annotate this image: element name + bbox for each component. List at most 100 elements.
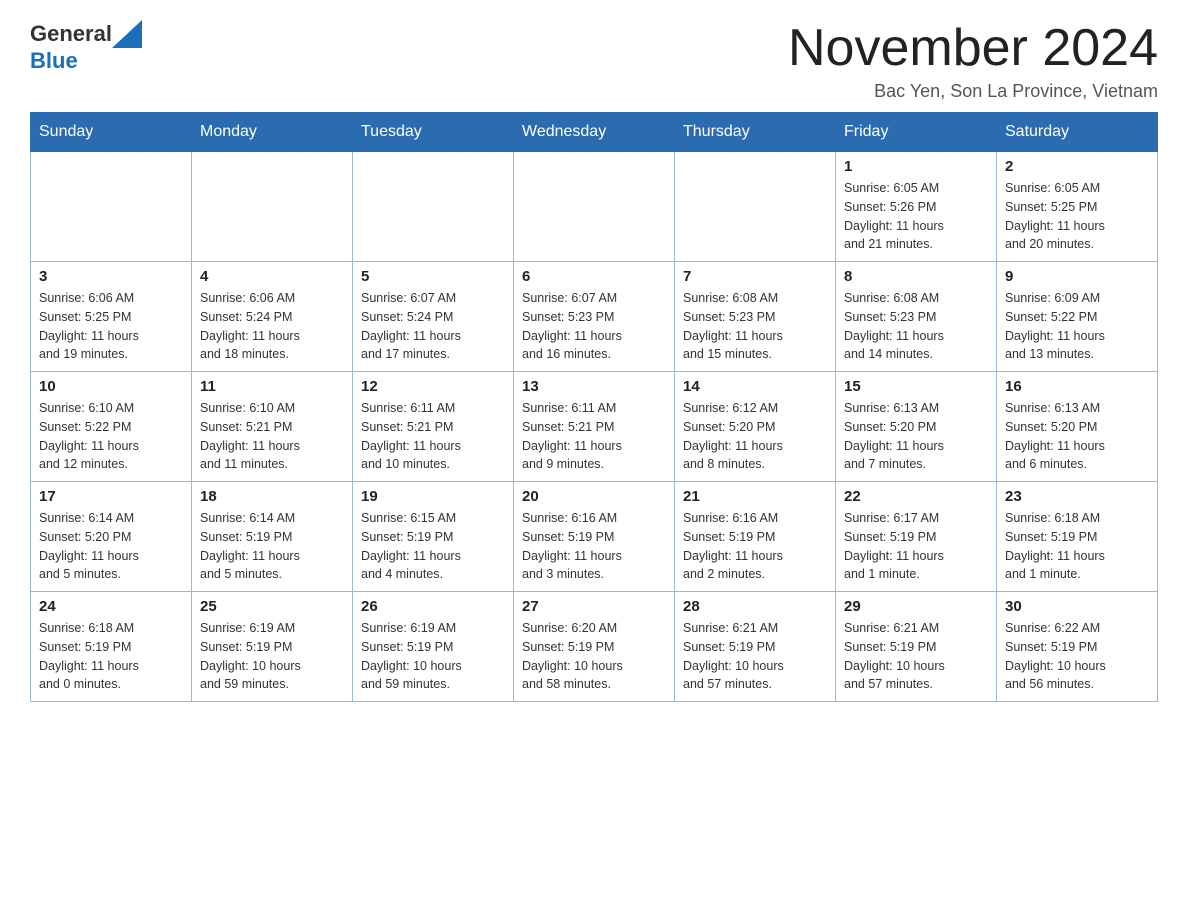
day-number: 7	[683, 268, 827, 285]
day-info: Sunrise: 6:21 AMSunset: 5:19 PMDaylight:…	[683, 619, 827, 694]
calendar-cell: 20 Sunrise: 6:16 AMSunset: 5:19 PMDayligh…	[514, 482, 675, 592]
calendar-cell: 30Sunrise: 6:22 AMSunset: 5:19 PMDayligh…	[997, 592, 1158, 702]
calendar-cell: 19 Sunrise: 6:15 AMSunset: 5:19 PMDayligh…	[353, 482, 514, 592]
day-number: 3	[39, 268, 183, 285]
day-info: Sunrise: 6:14 AMSunset: 5:19 PMDaylight:…	[200, 509, 344, 584]
page-header: General Blue November 2024 Bac Yen, Son …	[30, 20, 1158, 102]
calendar-cell: 12Sunrise: 6:11 AMSunset: 5:21 PMDayligh…	[353, 372, 514, 482]
calendar-header-wednesday: Wednesday	[514, 113, 675, 152]
day-number: 23	[1005, 488, 1149, 505]
day-info: Sunrise: 6:16 AMSunset: 5:19 PMDaylight:…	[683, 509, 827, 584]
day-info: Sunrise: 6:19 AMSunset: 5:19 PMDaylight:…	[361, 619, 505, 694]
logo-blue-text: Blue	[30, 48, 78, 73]
day-number: 29	[844, 598, 988, 615]
day-info: Sunrise: 6:06 AMSunset: 5:25 PMDaylight:…	[39, 289, 183, 364]
calendar-cell	[192, 152, 353, 262]
calendar-cell: 11 Sunrise: 6:10 AMSunset: 5:21 PMDayligh…	[192, 372, 353, 482]
day-number: 20	[522, 488, 666, 505]
day-number: 4	[200, 268, 344, 285]
calendar-cell	[353, 152, 514, 262]
calendar-cell: 21 Sunrise: 6:16 AMSunset: 5:19 PMDayligh…	[675, 482, 836, 592]
calendar-cell: 23 Sunrise: 6:18 AMSunset: 5:19 PMDayligh…	[997, 482, 1158, 592]
calendar-cell: 18Sunrise: 6:14 AMSunset: 5:19 PMDayligh…	[192, 482, 353, 592]
calendar-cell: 29 Sunrise: 6:21 AMSunset: 5:19 PMDayligh…	[836, 592, 997, 702]
day-info: Sunrise: 6:11 AMSunset: 5:21 PMDaylight:…	[361, 399, 505, 474]
day-info: Sunrise: 6:21 AMSunset: 5:19 PMDaylight:…	[844, 619, 988, 694]
calendar-week-row: 17Sunrise: 6:14 AMSunset: 5:20 PMDayligh…	[31, 482, 1158, 592]
calendar-header-saturday: Saturday	[997, 113, 1158, 152]
calendar-cell	[31, 152, 192, 262]
day-number: 26	[361, 598, 505, 615]
calendar-cell: 9 Sunrise: 6:09 AMSunset: 5:22 PMDaylight…	[997, 262, 1158, 372]
calendar-week-row: 3 Sunrise: 6:06 AMSunset: 5:25 PMDaylight…	[31, 262, 1158, 372]
day-number: 19	[361, 488, 505, 505]
calendar-cell: 2 Sunrise: 6:05 AMSunset: 5:25 PMDaylight…	[997, 152, 1158, 262]
day-info: Sunrise: 6:11 AMSunset: 5:21 PMDaylight:…	[522, 399, 666, 474]
calendar-header-thursday: Thursday	[675, 113, 836, 152]
day-info: Sunrise: 6:10 AMSunset: 5:22 PMDaylight:…	[39, 399, 183, 474]
day-info: Sunrise: 6:08 AMSunset: 5:23 PMDaylight:…	[844, 289, 988, 364]
day-info: Sunrise: 6:22 AMSunset: 5:19 PMDaylight:…	[1005, 619, 1149, 694]
page-title: November 2024	[788, 20, 1158, 77]
day-info: Sunrise: 6:06 AMSunset: 5:24 PMDaylight:…	[200, 289, 344, 364]
logo-general-text: General	[30, 21, 112, 47]
day-info: Sunrise: 6:13 AMSunset: 5:20 PMDaylight:…	[1005, 399, 1149, 474]
day-number: 13	[522, 378, 666, 395]
day-info: Sunrise: 6:05 AMSunset: 5:26 PMDaylight:…	[844, 179, 988, 254]
calendar-table: SundayMondayTuesdayWednesdayThursdayFrid…	[30, 112, 1158, 702]
day-number: 24	[39, 598, 183, 615]
calendar-cell	[675, 152, 836, 262]
calendar-cell: 15 Sunrise: 6:13 AMSunset: 5:20 PMDayligh…	[836, 372, 997, 482]
calendar-cell: 27 Sunrise: 6:20 AMSunset: 5:19 PMDayligh…	[514, 592, 675, 702]
day-number: 1	[844, 158, 988, 175]
calendar-cell: 17Sunrise: 6:14 AMSunset: 5:20 PMDayligh…	[31, 482, 192, 592]
day-number: 27	[522, 598, 666, 615]
calendar-cell	[514, 152, 675, 262]
logo: General Blue	[30, 20, 142, 74]
day-info: Sunrise: 6:17 AMSunset: 5:19 PMDaylight:…	[844, 509, 988, 584]
calendar-cell: 13 Sunrise: 6:11 AMSunset: 5:21 PMDayligh…	[514, 372, 675, 482]
day-number: 10	[39, 378, 183, 395]
day-number: 15	[844, 378, 988, 395]
calendar-cell: 16Sunrise: 6:13 AMSunset: 5:20 PMDayligh…	[997, 372, 1158, 482]
day-info: Sunrise: 6:15 AMSunset: 5:19 PMDaylight:…	[361, 509, 505, 584]
calendar-cell: 1 Sunrise: 6:05 AMSunset: 5:26 PMDaylight…	[836, 152, 997, 262]
page-subtitle: Bac Yen, Son La Province, Vietnam	[788, 81, 1158, 102]
calendar-week-row: 10 Sunrise: 6:10 AMSunset: 5:22 PMDayligh…	[31, 372, 1158, 482]
calendar-cell: 3 Sunrise: 6:06 AMSunset: 5:25 PMDaylight…	[31, 262, 192, 372]
day-number: 25	[200, 598, 344, 615]
day-number: 14	[683, 378, 827, 395]
day-number: 22	[844, 488, 988, 505]
calendar-cell: 22 Sunrise: 6:17 AMSunset: 5:19 PMDayligh…	[836, 482, 997, 592]
day-info: Sunrise: 6:10 AMSunset: 5:21 PMDaylight:…	[200, 399, 344, 474]
calendar-header-tuesday: Tuesday	[353, 113, 514, 152]
calendar-cell: 10 Sunrise: 6:10 AMSunset: 5:22 PMDayligh…	[31, 372, 192, 482]
day-info: Sunrise: 6:07 AMSunset: 5:24 PMDaylight:…	[361, 289, 505, 364]
day-info: Sunrise: 6:20 AMSunset: 5:19 PMDaylight:…	[522, 619, 666, 694]
day-info: Sunrise: 6:18 AMSunset: 5:19 PMDaylight:…	[1005, 509, 1149, 584]
day-number: 6	[522, 268, 666, 285]
calendar-cell: 4 Sunrise: 6:06 AMSunset: 5:24 PMDaylight…	[192, 262, 353, 372]
title-block: November 2024 Bac Yen, Son La Province, …	[788, 20, 1158, 102]
calendar-cell: 14 Sunrise: 6:12 AMSunset: 5:20 PMDayligh…	[675, 372, 836, 482]
logo-icon	[112, 20, 142, 48]
day-number: 11	[200, 378, 344, 395]
day-info: Sunrise: 6:14 AMSunset: 5:20 PMDaylight:…	[39, 509, 183, 584]
calendar-week-row: 24 Sunrise: 6:18 AMSunset: 5:19 PMDayligh…	[31, 592, 1158, 702]
day-info: Sunrise: 6:05 AMSunset: 5:25 PMDaylight:…	[1005, 179, 1149, 254]
day-info: Sunrise: 6:16 AMSunset: 5:19 PMDaylight:…	[522, 509, 666, 584]
day-number: 2	[1005, 158, 1149, 175]
calendar-week-row: 1 Sunrise: 6:05 AMSunset: 5:26 PMDaylight…	[31, 152, 1158, 262]
day-info: Sunrise: 6:13 AMSunset: 5:20 PMDaylight:…	[844, 399, 988, 474]
calendar-header-monday: Monday	[192, 113, 353, 152]
day-info: Sunrise: 6:09 AMSunset: 5:22 PMDaylight:…	[1005, 289, 1149, 364]
day-number: 9	[1005, 268, 1149, 285]
day-info: Sunrise: 6:18 AMSunset: 5:19 PMDaylight:…	[39, 619, 183, 694]
calendar-header-friday: Friday	[836, 113, 997, 152]
day-number: 21	[683, 488, 827, 505]
day-info: Sunrise: 6:12 AMSunset: 5:20 PMDaylight:…	[683, 399, 827, 474]
day-number: 8	[844, 268, 988, 285]
calendar-cell: 24 Sunrise: 6:18 AMSunset: 5:19 PMDayligh…	[31, 592, 192, 702]
calendar-cell: 28Sunrise: 6:21 AMSunset: 5:19 PMDayligh…	[675, 592, 836, 702]
day-info: Sunrise: 6:08 AMSunset: 5:23 PMDaylight:…	[683, 289, 827, 364]
